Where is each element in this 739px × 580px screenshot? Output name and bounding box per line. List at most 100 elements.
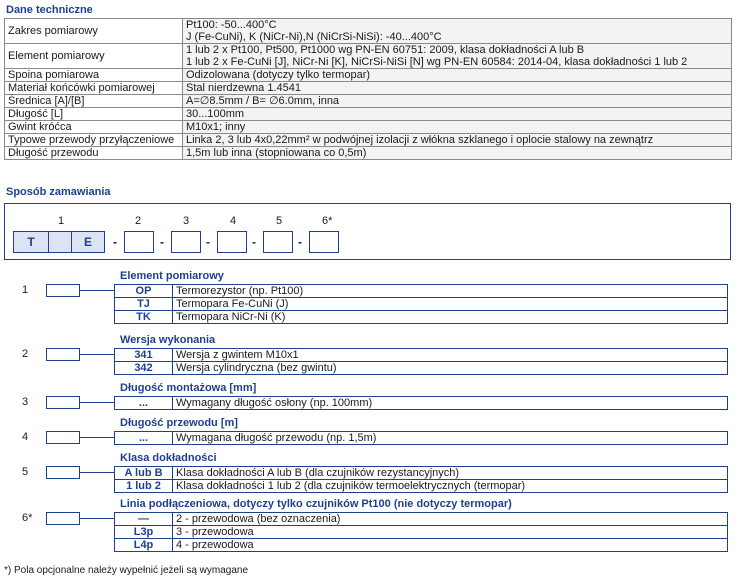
order-code-position-5[interactable] bbox=[263, 231, 293, 253]
tech-row-value: M10x1; inny bbox=[182, 120, 732, 134]
option-group-input-box[interactable] bbox=[46, 348, 80, 361]
option-description: Wymagany długość osłony (np. 100mm) bbox=[172, 396, 728, 410]
option-row: ... Wymagana długość przewodu (np. 1,5m) bbox=[114, 431, 728, 445]
tech-row-label: Materiał końcówki pomiarowej bbox=[4, 81, 183, 95]
tech-value-line: A=∅8.5mm / B= ∅6.0mm, inna bbox=[186, 95, 340, 107]
option-row: ... Wymagany długość osłony (np. 100mm) bbox=[114, 396, 728, 410]
option-code: L4p bbox=[114, 538, 173, 552]
option-row: TK Termopara NiCr-Ni (K) bbox=[114, 310, 728, 324]
option-group-input-box[interactable] bbox=[46, 396, 80, 409]
tech-row-value: 30...100mm bbox=[182, 107, 732, 121]
order-position-number: 5 bbox=[276, 215, 283, 227]
tech-value-line: Linka 2, 3 lub 4x0,22mm² w podwójnej izo… bbox=[186, 134, 654, 146]
order-code-position-2[interactable] bbox=[124, 231, 154, 253]
tech-row: Gwint króćca M10x1; inny bbox=[4, 120, 732, 134]
option-group-connector bbox=[80, 437, 114, 438]
tech-value-line: Pt100: -50...400°C bbox=[186, 19, 277, 31]
option-code: TK bbox=[114, 310, 173, 324]
order-code-position-6[interactable] bbox=[309, 231, 339, 253]
order-code-position-3[interactable] bbox=[171, 231, 201, 253]
tech-row-value: A=∅8.5mm / B= ∅6.0mm, inna bbox=[182, 94, 732, 108]
order-code-fixed-t: T bbox=[13, 231, 49, 253]
option-description: Termorezystor (np. Pt100) bbox=[172, 284, 728, 298]
tech-value-line: 30...100mm bbox=[186, 108, 245, 120]
tech-value-line: M10x1; inny bbox=[186, 121, 246, 133]
tech-value-line: 1 lub 2 x Fe-CuNi [J], NiCr-Ni [K], NiCr… bbox=[186, 56, 688, 68]
option-row: —2 - przewodowa (bez oznaczenia) bbox=[114, 512, 728, 526]
order-code-separator: - bbox=[113, 235, 117, 249]
tech-row-label: Zakres pomiarowy bbox=[4, 18, 183, 44]
option-group-input-box[interactable] bbox=[46, 512, 80, 525]
option-row: 342 Wersja cylindryczna (bez gwintu) bbox=[114, 361, 728, 375]
option-group-number: 3 bbox=[22, 396, 29, 408]
option-group-title: Linia podłączeniowa, dotyczy tylko czujn… bbox=[120, 498, 512, 510]
tech-value-line: Odizolowana (dotyczy tylko termopar) bbox=[186, 69, 371, 81]
option-group-input-box[interactable] bbox=[46, 284, 80, 297]
order-position-number: 1 bbox=[58, 215, 65, 227]
tech-row-value: 1,5m lub inna (stopniowana co 0,5m) bbox=[182, 146, 732, 160]
option-code: TJ bbox=[114, 297, 173, 311]
option-code: ... bbox=[114, 396, 173, 410]
tech-row: Spoina pomiarowa Odizolowana (dotyczy tyl… bbox=[4, 68, 732, 82]
order-code-position-4[interactable] bbox=[217, 231, 247, 253]
ordering-title: Sposób zamawiania bbox=[6, 186, 111, 198]
option-description: Wersja z gwintem M10x1 bbox=[172, 348, 728, 362]
option-group-number: 1 bbox=[22, 284, 29, 296]
tech-row-value: 1 lub 2 x Pt100, Pt500, Pt1000 wg PN-EN … bbox=[182, 43, 732, 69]
option-description: Termopara Fe-CuNi (J) bbox=[172, 297, 728, 311]
footnote: *) Pola opcjonalne należy wypełnić jeżel… bbox=[4, 565, 249, 576]
option-code: L3p bbox=[114, 525, 173, 539]
option-row: OP Termorezystor (np. Pt100) bbox=[114, 284, 728, 298]
option-group-input-box[interactable] bbox=[46, 431, 80, 444]
order-code-separator: - bbox=[206, 235, 210, 249]
tech-row-label: Gwint króćca bbox=[4, 120, 183, 134]
option-group-table: —2 - przewodowa (bez oznaczenia) L3p 3 - p… bbox=[114, 512, 728, 552]
option-row: TJ Termopara Fe-CuNi (J) bbox=[114, 297, 728, 311]
tech-value-line: 1,5m lub inna (stopniowana co 0,5m) bbox=[186, 147, 367, 159]
tech-value-line: J (Fe-CuNi), K (NiCr-Ni),N (NiCrSi-NiSi)… bbox=[186, 31, 442, 43]
option-group-title: Wersja wykonania bbox=[120, 334, 216, 346]
tech-row: Typowe przewody przyłączeniowe Linka 2, 3… bbox=[4, 133, 732, 147]
order-position-number: 3 bbox=[183, 215, 190, 227]
option-description: 2 - przewodowa (bez oznaczenia) bbox=[172, 512, 728, 526]
option-row: L4p 4 - przewodowa bbox=[114, 538, 728, 552]
tech-row-label: Spoina pomiarowa bbox=[4, 68, 183, 82]
option-description: 4 - przewodowa bbox=[172, 538, 728, 552]
option-description: Termopara NiCr-Ni (K) bbox=[172, 310, 728, 324]
tech-row: Element pomiarowy 1 lub 2 x Pt100, Pt500,… bbox=[4, 43, 732, 69]
option-code: ... bbox=[114, 431, 173, 445]
order-code-fixed-e: E bbox=[71, 231, 105, 253]
option-code: A lub B bbox=[114, 466, 173, 480]
tech-value-line: Stal nierdzewna 1.4541 bbox=[186, 82, 301, 94]
order-position-number: 4 bbox=[230, 215, 237, 227]
option-description: Wersja cylindryczna (bez gwintu) bbox=[172, 361, 728, 375]
option-description: Wymagana długość przewodu (np. 1,5m) bbox=[172, 431, 728, 445]
option-group-table: A lub B Klasa dokładności A lub B (dla cz… bbox=[114, 466, 728, 493]
option-description: Klasa dokładności 1 lub 2 (dla czujników… bbox=[172, 479, 728, 493]
option-group-number: 5 bbox=[22, 466, 29, 478]
tech-row-label: Długość przewodu bbox=[4, 146, 183, 160]
tech-row-value: Linka 2, 3 lub 4x0,22mm² w podwójnej izo… bbox=[182, 133, 732, 147]
option-group-connector bbox=[80, 402, 114, 403]
option-group-connector bbox=[80, 518, 114, 519]
tech-row: Średnica [A]/[B] A=∅8.5mm / B= ∅6.0mm, in… bbox=[4, 94, 732, 108]
option-row: 1 lub 2 Klasa dokładności 1 lub 2 (dla cz… bbox=[114, 479, 728, 493]
option-group-connector bbox=[80, 354, 114, 355]
order-code-position-1[interactable] bbox=[48, 231, 72, 253]
tech-row-value: Odizolowana (dotyczy tylko termopar) bbox=[182, 68, 732, 82]
option-row: 341 Wersja z gwintem M10x1 bbox=[114, 348, 728, 362]
option-code: 342 bbox=[114, 361, 173, 375]
option-group-input-box[interactable] bbox=[46, 466, 80, 479]
order-code-box: 1 2 3 4 5 6* T E - - - - - bbox=[4, 203, 731, 260]
option-group-connector bbox=[80, 472, 114, 473]
option-group-table: 341 Wersja z gwintem M10x1 342 Wersja cylin… bbox=[114, 348, 728, 375]
tech-value-line: 1 lub 2 x Pt100, Pt500, Pt1000 wg PN-EN … bbox=[186, 44, 585, 56]
tech-row-label: Typowe przewody przyłączeniowe bbox=[4, 133, 183, 147]
option-group-table: ... Wymagany długość osłony (np. 100mm) bbox=[114, 396, 728, 410]
tech-row-value: Pt100: -50...400°C J (Fe-CuNi), K (NiCr-N… bbox=[182, 18, 732, 44]
tech-row-value: Stal nierdzewna 1.4541 bbox=[182, 81, 732, 95]
option-group-table: ... Wymagana długość przewodu (np. 1,5m) bbox=[114, 431, 728, 445]
option-group-title: Długość przewodu [m] bbox=[120, 417, 238, 429]
option-row: L3p 3 - przewodowa bbox=[114, 525, 728, 539]
option-group-connector bbox=[80, 290, 114, 291]
